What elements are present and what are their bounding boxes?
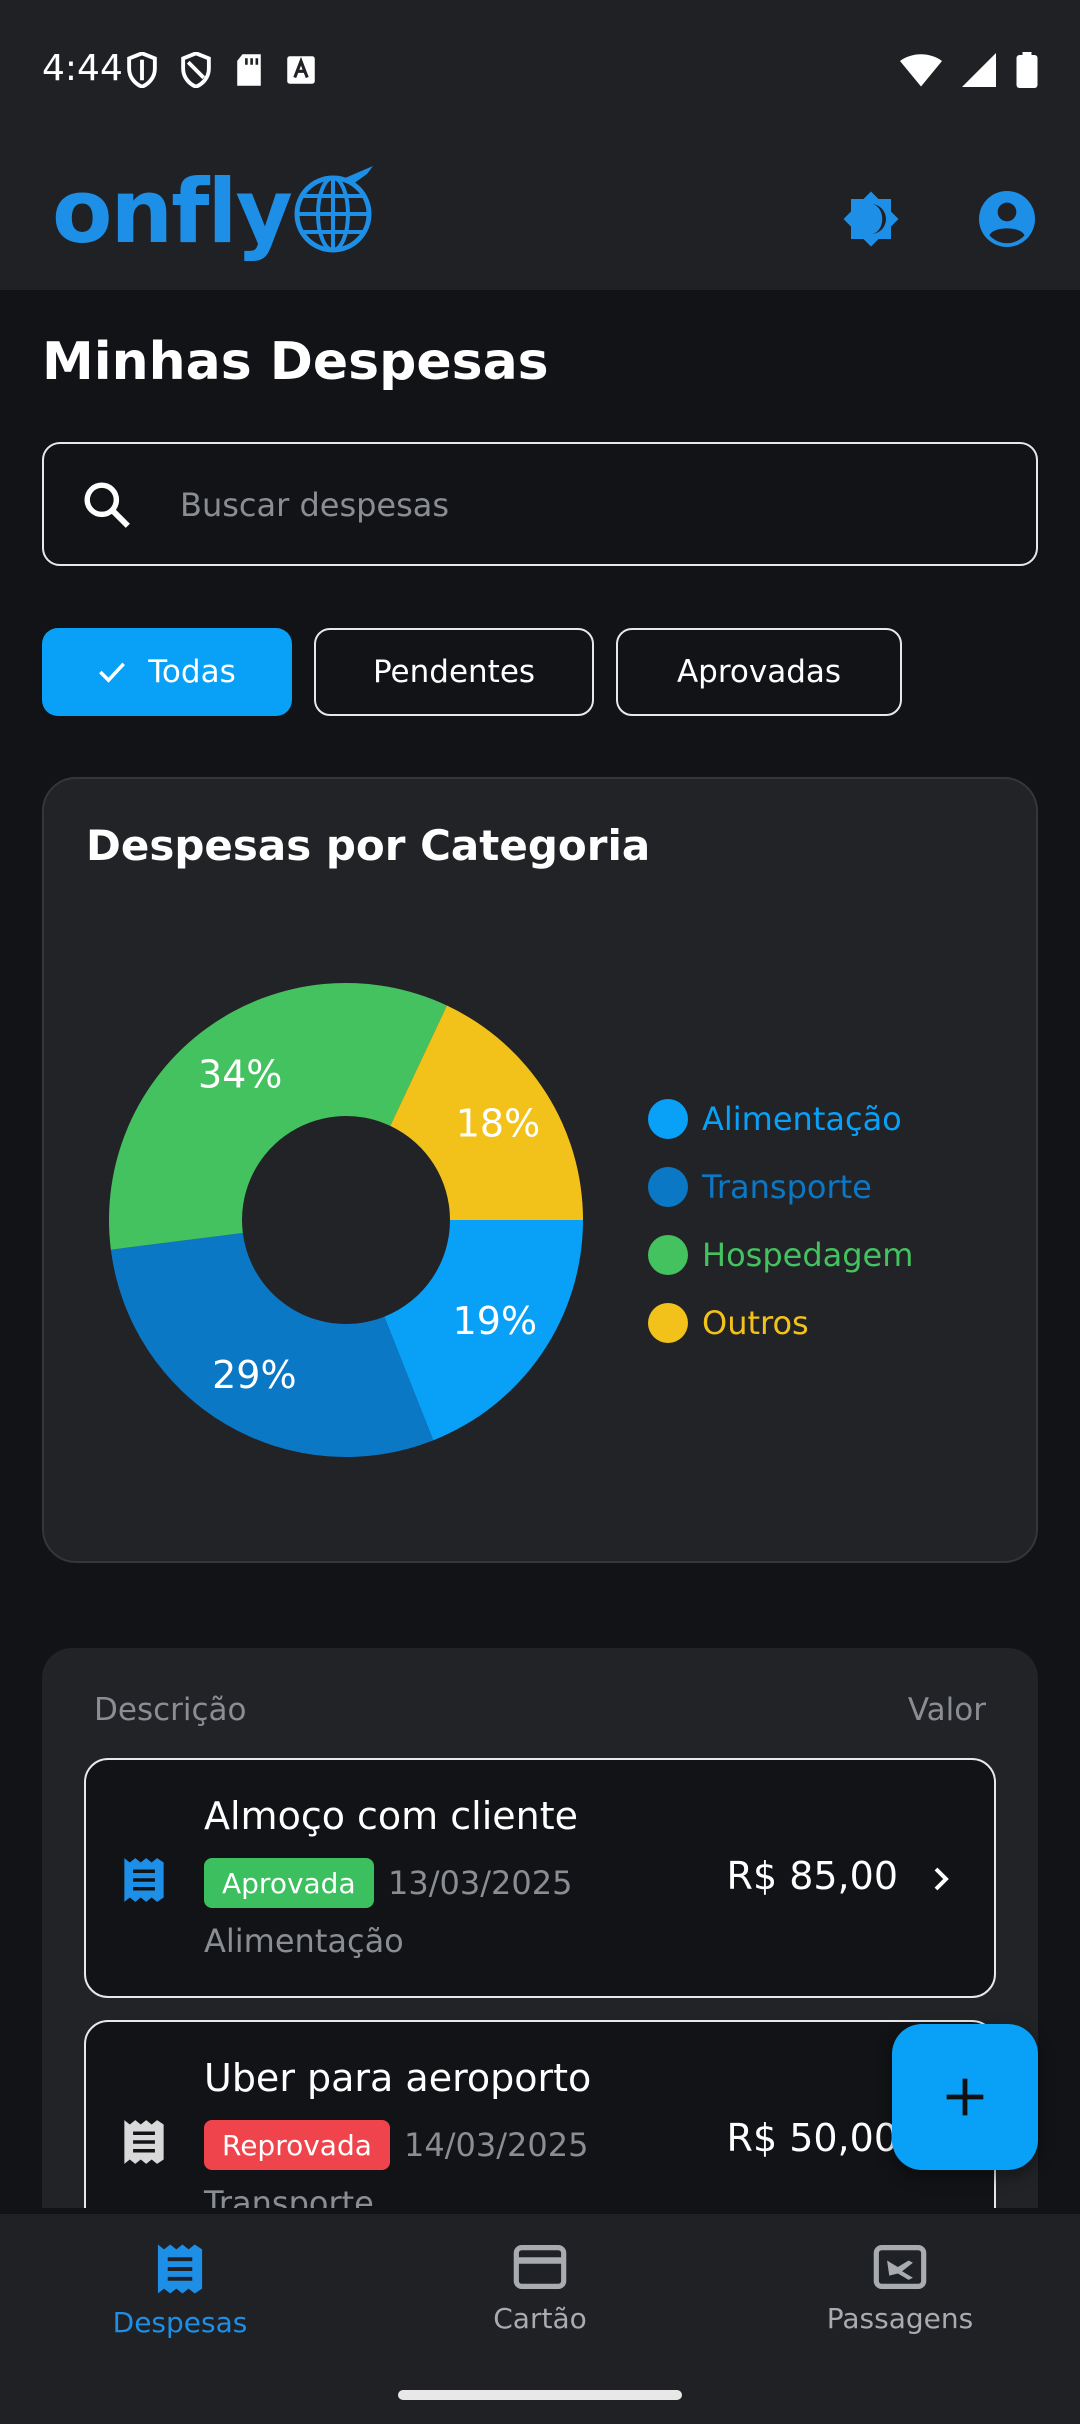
expense-category: Alimentação <box>204 1922 404 1960</box>
status-time: 4:44 <box>42 48 123 89</box>
font-download-icon <box>287 56 315 84</box>
sd-card-icon <box>237 54 261 86</box>
receipt-icon <box>157 2244 203 2294</box>
expense-date: 14/03/2025 <box>404 2126 589 2164</box>
nav-label: Passagens <box>826 2302 974 2335</box>
status-bar: 4:44 <box>0 0 1080 140</box>
legend-dot <box>648 1235 688 1275</box>
bottom-navigation: Despesas Cartão Passagens <box>0 2214 1080 2424</box>
expense-row[interactable]: Uber para aeroporto Reprovada 14/03/2025… <box>84 2020 996 2208</box>
search-box[interactable] <box>42 442 1038 566</box>
status-badge: Reprovada <box>204 2120 390 2170</box>
expense-amount: R$ 50,00 <box>726 2116 898 2160</box>
chart-card: Despesas por Categoria 19% 29% 34% 18% Alim… <box>42 777 1038 1563</box>
legend-item: Hospedagem <box>648 1221 913 1289</box>
nav-item-cartao[interactable]: Cartão <box>390 2242 690 2335</box>
wifi-icon <box>900 54 942 87</box>
shield-icon <box>127 52 157 88</box>
filter-chip-aprovadas[interactable]: Aprovadas <box>616 628 902 716</box>
search-input[interactable] <box>180 478 1000 532</box>
pie-slice-label: 18% <box>456 1102 540 1146</box>
airplane-ticket-icon <box>873 2245 927 2289</box>
legend-label: Outros <box>702 1304 809 1342</box>
onfly-logo: onfly <box>52 160 377 263</box>
account-button[interactable] <box>972 184 1042 254</box>
legend-label: Alimentação <box>702 1100 902 1138</box>
receipt-icon <box>124 1858 164 1902</box>
theme-toggle-button[interactable] <box>836 184 906 254</box>
plus-icon <box>946 2078 984 2116</box>
logo-text: onfly <box>52 160 293 263</box>
nav-label: Despesas <box>112 2306 248 2339</box>
legend-item: Transporte <box>648 1153 913 1221</box>
legend-dot <box>648 1167 688 1207</box>
expense-row[interactable]: Almoço com cliente Aprovada 13/03/2025 A… <box>84 1758 996 1998</box>
add-expense-button[interactable] <box>892 2024 1038 2170</box>
legend-label: Hospedagem <box>702 1236 914 1274</box>
filter-chip-label: Pendentes <box>372 654 536 690</box>
expense-list: Descrição Valor Almoço com cliente Aprov… <box>42 1648 1038 2208</box>
expense-category: Transporte <box>204 2184 374 2208</box>
header-description: Descrição <box>94 1692 247 1728</box>
expense-title: Almoço com cliente <box>204 1794 579 1838</box>
filter-chip-todas[interactable]: Todas <box>42 628 292 716</box>
header-value: Valor <box>907 1692 986 1728</box>
filter-chip-label: Aprovadas <box>676 654 842 690</box>
legend-item: Alimentação <box>648 1085 913 1153</box>
filter-chip-label: Todas <box>148 654 236 690</box>
nav-item-despesas[interactable]: Despesas <box>30 2242 330 2339</box>
legend-dot <box>648 1099 688 1139</box>
expense-title: Uber para aeroporto <box>204 2056 592 2100</box>
brightness-icon <box>843 191 899 247</box>
legend-label: Transporte <box>702 1168 872 1206</box>
signal-icon <box>962 53 996 87</box>
pie-slice-label: 29% <box>212 1353 296 1397</box>
list-header: Descrição Valor <box>42 1692 1038 1736</box>
expense-amount: R$ 85,00 <box>726 1854 898 1898</box>
globe-airplane-icon <box>294 166 373 253</box>
legend-dot <box>648 1303 688 1343</box>
account-circle-icon <box>979 191 1035 247</box>
status-badge: Aprovada <box>204 1858 374 1908</box>
page-title: Minhas Despesas <box>42 332 549 392</box>
shield-icon <box>181 52 211 88</box>
app-bar: onfly <box>0 140 1080 290</box>
pie-slice-transporte <box>110 1233 434 1457</box>
search-icon <box>84 482 130 528</box>
pie-slice-label: 19% <box>453 1299 537 1343</box>
filter-chip-pendentes[interactable]: Pendentes <box>314 628 594 716</box>
home-indicator <box>398 2390 682 2400</box>
check-icon <box>99 662 126 683</box>
chart-legend: Alimentação Transporte Hospedagem Outros <box>648 1085 913 1357</box>
expense-date: 13/03/2025 <box>388 1864 573 1902</box>
receipt-icon <box>124 2120 164 2164</box>
battery-icon <box>1016 52 1038 88</box>
status-notification-icons <box>126 52 316 88</box>
nav-item-passagens[interactable]: Passagens <box>750 2242 1050 2335</box>
legend-item: Outros <box>648 1289 913 1357</box>
status-system-icons <box>900 52 1038 88</box>
credit-card-icon <box>513 2245 567 2289</box>
pie-slice-label: 34% <box>198 1052 282 1096</box>
nav-label: Cartão <box>493 2302 587 2335</box>
chevron-right-icon <box>934 1867 949 1891</box>
